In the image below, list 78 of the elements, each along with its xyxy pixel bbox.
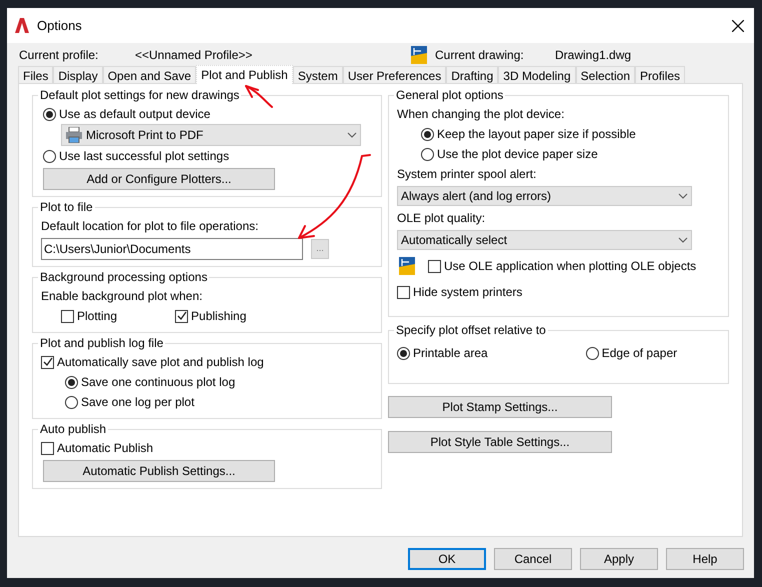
path-field[interactable]: C:\Users\Junior\Documents xyxy=(41,238,303,260)
checkbox[interactable] xyxy=(397,286,410,298)
radio-label: Use as default output device xyxy=(59,106,210,123)
radio-label: Use the plot device paper size xyxy=(437,146,598,163)
group-title: General plot options xyxy=(395,87,504,104)
group-title: Plot and publish log file xyxy=(39,335,164,352)
tab[interactable]: Plot and Publish xyxy=(196,65,293,84)
field-label: System printer spool alert: xyxy=(397,166,538,183)
radio-button[interactable] xyxy=(43,150,56,162)
drawing-value: Drawing1.dwg xyxy=(555,47,632,64)
profile-value: <<Unnamed Profile>> xyxy=(135,47,254,64)
settings-button[interactable]: Add or Configure Plotters... xyxy=(43,168,275,190)
drawing-file-icon xyxy=(399,257,415,275)
checkbox[interactable] xyxy=(61,310,74,322)
radio-button[interactable] xyxy=(397,346,410,360)
tab[interactable]: Files xyxy=(18,66,54,83)
tab[interactable]: Profiles xyxy=(635,66,686,83)
tab[interactable]: Selection xyxy=(576,66,636,83)
radio-label: Edge of paper xyxy=(602,345,678,362)
chevron-down-icon xyxy=(678,237,688,243)
tab[interactable]: Display xyxy=(53,66,103,83)
dialog-button[interactable]: OK xyxy=(408,548,486,570)
group-title: Default plot settings for new drawings xyxy=(39,87,240,104)
dialog-button[interactable]: Cancel xyxy=(494,548,572,570)
printer-icon xyxy=(65,127,83,143)
radio-button[interactable] xyxy=(421,148,434,160)
window-title: Options xyxy=(37,16,82,35)
radio-button[interactable] xyxy=(65,376,78,388)
radio-button[interactable] xyxy=(65,396,78,408)
profile-label: Current profile: xyxy=(19,47,100,64)
checkbox-label: Automatically save plot and publish log xyxy=(57,354,264,371)
radio-label: Save one continuous plot log xyxy=(81,374,236,391)
radio-label: Printable area xyxy=(413,345,488,362)
drawing-file-icon xyxy=(411,46,427,64)
radio-label: Keep the layout paper size if possible xyxy=(437,126,636,143)
drawing-label: Current drawing: xyxy=(435,47,525,64)
radio-button[interactable] xyxy=(421,128,434,140)
dropdown[interactable]: Always alert (and log errors) xyxy=(397,186,692,206)
field-label: OLE plot quality: xyxy=(397,210,486,227)
checkbox-label: Use OLE application when plotting OLE objects xyxy=(444,258,696,275)
tab[interactable]: Open and Save xyxy=(102,66,196,83)
dropdown-value: Microsoft Print to PDF xyxy=(86,127,204,144)
radio-label: Use last successful plot settings xyxy=(59,148,230,165)
settings-button[interactable]: Plot Stamp Settings... xyxy=(388,396,612,418)
browse-button[interactable]: ... xyxy=(311,239,329,259)
field-label: Enable background plot when: xyxy=(41,288,204,305)
checkbox-label: Plotting xyxy=(77,308,118,325)
radio-label: Save one log per plot xyxy=(81,394,194,411)
tab[interactable]: 3D Modeling xyxy=(498,66,576,83)
tab[interactable]: User Preferences xyxy=(342,66,446,83)
group-title: Background processing options xyxy=(39,269,208,286)
app-logo-icon xyxy=(15,18,29,33)
group-title: Plot to file xyxy=(39,199,94,216)
radio-button[interactable] xyxy=(43,108,56,120)
tab[interactable]: System xyxy=(292,66,343,83)
chevron-down-icon xyxy=(678,193,688,199)
printer-dropdown[interactable]: Microsoft Print to PDF xyxy=(61,124,361,146)
checkbox[interactable] xyxy=(175,310,188,322)
chevron-down-icon xyxy=(347,132,357,138)
tab[interactable]: Drafting xyxy=(446,66,498,83)
checkbox[interactable] xyxy=(428,260,441,272)
checkbox[interactable] xyxy=(41,442,54,454)
settings-button[interactable]: Plot Style Table Settings... xyxy=(388,431,612,453)
dropdown[interactable]: Automatically select xyxy=(397,230,692,250)
radio-button[interactable] xyxy=(586,346,599,360)
checkbox-label: Hide system printers xyxy=(413,284,522,301)
group-title: Specify plot offset relative to xyxy=(395,322,547,339)
annotation-arrow xyxy=(245,85,273,108)
field-label: When changing the plot device: xyxy=(397,106,566,123)
dialog-button[interactable]: Apply xyxy=(580,548,658,570)
group-title: Auto publish xyxy=(39,421,108,438)
checkbox-label: Automatic Publish xyxy=(57,440,154,457)
field-label: Default location for plot to file operations: xyxy=(41,218,260,235)
dialog-button[interactable]: Help xyxy=(666,548,744,570)
checkbox-label: Publishing xyxy=(191,308,246,325)
close-icon[interactable] xyxy=(732,20,744,32)
settings-button[interactable]: Automatic Publish Settings... xyxy=(43,460,275,482)
checkbox[interactable] xyxy=(41,356,54,368)
